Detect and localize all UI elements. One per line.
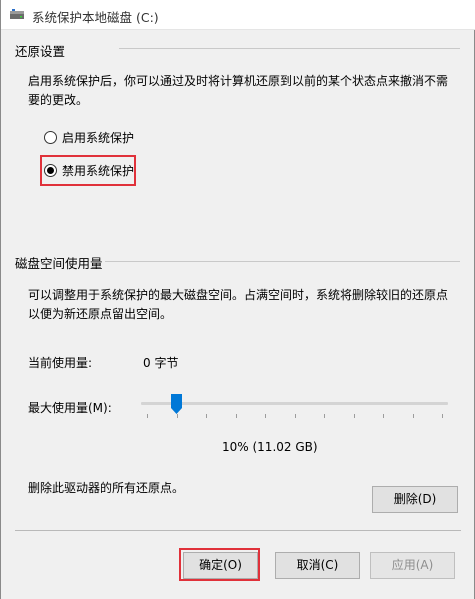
slider-tick: [324, 414, 325, 418]
restore-settings-description: 启用系统保护后，你可以通过及时将计算机还原到以前的某个状态点来撤消不需要的更改。: [28, 74, 449, 107]
slider-tick: [235, 414, 237, 418]
disk-usage-description: 可以调整用于系统保护的最大磁盘空间。占满空间时，系统将删除较旧的还原点以便为新还…: [28, 288, 449, 321]
max-usage-readout: 10% (11.02 GB): [222, 440, 318, 454]
slider-track[interactable]: [141, 402, 448, 405]
cancel-button[interactable]: 取消(C): [275, 552, 360, 579]
slider-tick: [442, 414, 443, 418]
slider-tick: [206, 414, 207, 418]
highlight-box-ok: [179, 548, 260, 581]
slider-tick: [412, 414, 414, 418]
slider-tick: [383, 414, 384, 418]
restore-settings-divider: [119, 48, 460, 49]
slider-tick: [265, 414, 266, 418]
footer-separator: [15, 530, 461, 531]
restore-settings-label: 还原设置: [15, 44, 66, 59]
apply-button: 应用(A): [370, 552, 455, 579]
title-bar[interactable]: 系统保护本地磁盘 (C:): [1, 0, 475, 30]
slider-tick: [294, 414, 296, 418]
slider-thumb[interactable]: [171, 394, 182, 414]
disk-usage-divider: [105, 261, 460, 262]
slider-tick: [353, 414, 355, 418]
radio-enable-label: 启用系统保护: [62, 131, 135, 145]
current-usage-value: 0 字节: [143, 356, 179, 370]
current-usage-label: 当前使用量:: [28, 356, 93, 370]
radio-enable-protection[interactable]: 启用系统保护: [44, 129, 134, 146]
max-usage-label: 最大使用量(M):: [28, 401, 112, 415]
delete-description: 删除此驱动器的所有还原点。: [28, 481, 185, 495]
disk-usage-label: 磁盘空间使用量: [15, 256, 103, 271]
highlight-box-disable: [40, 155, 136, 186]
window-title: 系统保护本地磁盘 (C:): [32, 10, 159, 25]
slider-tick: [147, 414, 148, 418]
drive-icon: [10, 9, 24, 19]
slider-tick: [176, 414, 178, 418]
system-protection-dialog: 系统保护本地磁盘 (C:) 还原设置 启用系统保护后，你可以通过及时将计算机还原…: [0, 0, 475, 599]
radio-button[interactable]: [44, 131, 57, 144]
delete-button[interactable]: 删除(D): [372, 486, 458, 513]
max-usage-slider[interactable]: [141, 394, 448, 422]
